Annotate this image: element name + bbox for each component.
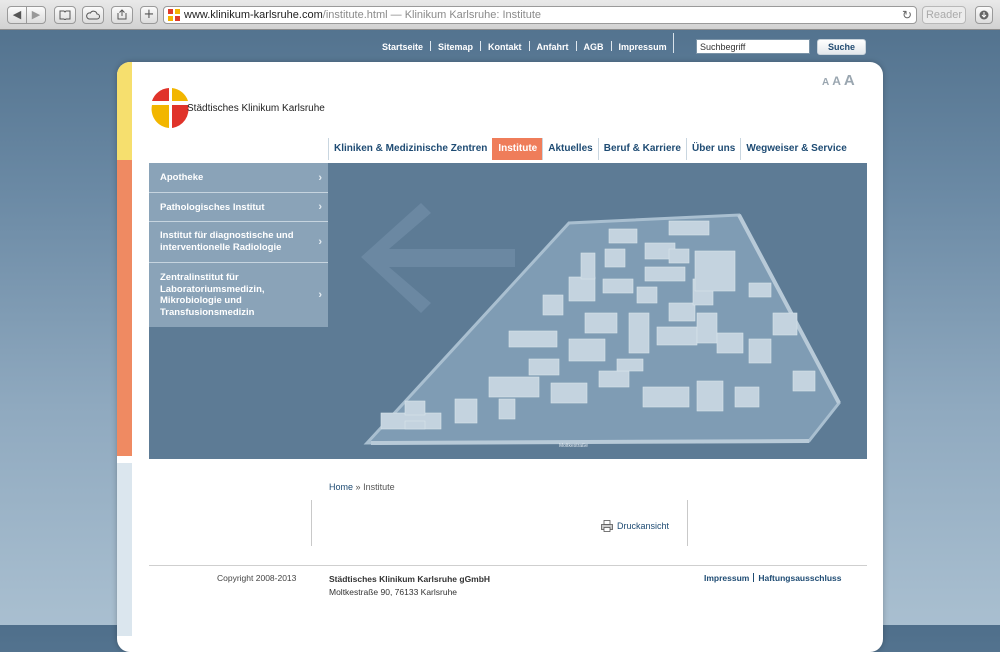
footer-haftungsausschluss-link[interactable]: Haftungsausschluss <box>758 573 841 583</box>
company-info: Städtisches Klinikum Karlsruhe gGmbH Mol… <box>329 573 490 599</box>
breadcrumb-home-link[interactable]: Home <box>329 482 353 492</box>
chevron-right-icon: › <box>318 289 322 301</box>
reload-icon[interactable]: ↻ <box>902 7 912 23</box>
reader-button[interactable]: Reader <box>922 6 966 24</box>
mainnav-institute[interactable]: Institute <box>492 138 543 160</box>
forward-button[interactable]: ▶ <box>26 6 46 24</box>
footer-links: Impressum Haftungsausschluss <box>704 573 842 583</box>
company-address: Moltkestraße 90, 76133 Karlsruhe <box>329 587 458 597</box>
submenu-item-label: Apotheke <box>160 172 204 183</box>
icloud-tabs-button[interactable] <box>82 6 104 24</box>
breadcrumb: Home » Institute <box>329 482 395 492</box>
nav-separator <box>480 41 482 51</box>
breadcrumb-current: Institute <box>363 482 395 492</box>
mainnav-beruf-karriere[interactable]: Beruf & Karriere <box>597 138 686 160</box>
company-name: Städtisches Klinikum Karlsruhe gGmbH <box>329 574 491 584</box>
mainnav-kliniken[interactable]: Kliniken & Medizinische Zentren <box>328 138 492 160</box>
nav-separator <box>528 41 530 51</box>
breadcrumb-separator: » <box>355 482 361 492</box>
font-size-large-button[interactable]: A <box>844 72 855 89</box>
chevron-right-icon: › <box>318 171 322 184</box>
footer-impressum-link[interactable]: Impressum <box>704 573 749 583</box>
klinikum-favicon-icon <box>168 9 180 21</box>
footer-divider <box>149 565 867 566</box>
logo-text[interactable]: Städtisches Klinikum Karlsruhe <box>187 103 325 114</box>
share-button[interactable] <box>111 6 133 24</box>
back-button[interactable]: ◀ <box>7 6 27 24</box>
main-nav: Kliniken & Medizinische Zentren Institute… <box>328 138 852 160</box>
url-text: www.klinikum-karlsruhe.com/institute.htm… <box>184 9 542 21</box>
nav-separator <box>430 41 432 51</box>
browser-toolbar: ◀ ▶ + www.klinikum-karlsruhe.com/institu… <box>0 0 1000 30</box>
bookmarks-button[interactable] <box>54 6 76 24</box>
mainnav-wegweiser-service[interactable]: Wegweiser & Service <box>740 138 851 160</box>
search-input[interactable] <box>696 39 810 54</box>
font-size-medium-button[interactable]: A <box>832 74 841 88</box>
content-divider-right <box>687 500 688 546</box>
address-bar[interactable]: www.klinikum-karlsruhe.com/institute.htm… <box>163 6 917 24</box>
nav-separator <box>610 41 612 51</box>
nav-separator <box>575 41 577 51</box>
nav-kontakt[interactable]: Kontakt <box>488 42 522 52</box>
nav-anfahrt[interactable]: Anfahrt <box>537 42 569 52</box>
color-strip-blue <box>117 456 132 636</box>
copyright-text: Copyright 2008-2013 <box>217 573 297 583</box>
nav-impressum[interactable]: Impressum <box>619 42 667 52</box>
utility-nav: Startseite Sitemap Kontakt Anfahrt AGB Impres… <box>382 40 667 54</box>
submenu-item-label: Pathologisches Institut <box>160 202 265 213</box>
download-icon <box>979 10 989 20</box>
chevron-right-icon: › <box>318 236 322 248</box>
search-button[interactable]: Suche <box>817 39 866 55</box>
font-size-small-button[interactable]: A <box>822 77 829 88</box>
submenu-item-label: Zentralinstitut für Laboratoriumsmedizin… <box>160 272 265 318</box>
search-divider <box>673 33 674 53</box>
mainnav-aktuelles[interactable]: Aktuelles <box>542 138 597 160</box>
submenu-item-pathologie[interactable]: Pathologisches Institut › <box>149 193 328 222</box>
mainnav-ueber-uns[interactable]: Über uns <box>685 138 740 160</box>
arrow-graphic <box>361 203 515 313</box>
nav-agb[interactable]: AGB <box>584 42 604 52</box>
institute-submenu: Apotheke › Pathologisches Institut › Ins… <box>149 163 328 327</box>
nav-startseite[interactable]: Startseite <box>382 42 423 52</box>
chevron-right-icon: › <box>318 201 322 213</box>
footer-link-separator <box>753 573 755 582</box>
submenu-item-laboratoriumsmedizin[interactable]: Zentralinstitut für Laboratoriumsmedizin… <box>149 263 328 327</box>
color-strip-orange <box>117 160 132 456</box>
print-view-link[interactable]: Druckansicht <box>601 520 669 532</box>
nav-sitemap[interactable]: Sitemap <box>438 42 473 52</box>
book-icon <box>59 10 71 21</box>
submenu-item-apotheke[interactable]: Apotheke › <box>149 163 328 193</box>
content-divider-left <box>311 500 312 546</box>
street-label: Moltkestraße <box>559 443 588 449</box>
color-strip-gap <box>117 456 132 463</box>
submenu-item-label: Institut für diagnostische und intervent… <box>160 230 294 253</box>
cloud-icon <box>86 10 100 20</box>
print-view-label: Druckansicht <box>617 521 670 531</box>
printer-icon <box>601 520 613 532</box>
klinikum-logo-icon[interactable] <box>150 87 190 129</box>
new-tab-button[interactable]: + <box>140 6 158 24</box>
color-strip-yellow <box>117 62 132 160</box>
submenu-item-radiologie[interactable]: Institut für diagnostische und intervent… <box>149 222 328 263</box>
font-size-controls: AAA <box>822 72 858 90</box>
downloads-button[interactable] <box>975 6 993 24</box>
share-icon <box>117 9 127 20</box>
